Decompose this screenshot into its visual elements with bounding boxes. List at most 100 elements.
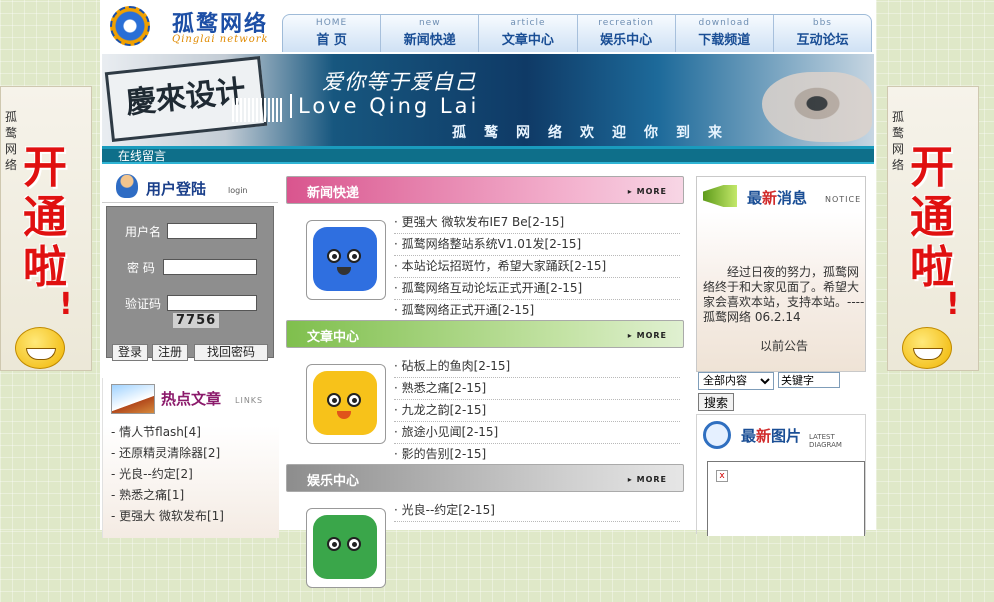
password-label: 密 码 [127,261,155,275]
hot-link[interactable]: - 熟悉之痛[1] [111,488,184,502]
hot-link[interactable]: - 光良--约定[2] [111,467,193,481]
login-title: 用户登陆 [146,180,207,198]
nav-en: new [418,18,441,28]
mountain-icon [111,384,155,414]
password-input[interactable] [163,259,257,275]
left-side-ad[interactable]: 孤鹜网络 开通啦 ! [0,86,92,371]
page-container: 孤鹜网络 Qinglai network HOME 首 页 new 新闻快递 a… [100,0,876,588]
article-link[interactable]: · 熟悉之痛[2-15] [394,381,486,395]
title-part: 最 [747,189,763,207]
news-link[interactable]: · 孤鹜网络互动论坛正式开通[2-15] [394,281,582,295]
fun-section-header: 娱乐中心 MORE [286,464,684,492]
right-side-ad[interactable]: 孤鹜网络 开通啦 ! [887,86,979,371]
list-item: · 光良--约定[2-15] [394,500,680,522]
nav-bbs[interactable]: bbs 互动论坛 [774,15,871,52]
fun-frog-icon [306,508,386,588]
list-item: · 旅途小见闻[2-15] [394,422,680,444]
list-item: · 本站论坛招斑竹，希望大家踊跃[2-15] [394,256,680,278]
guestbook-link[interactable]: 在线留言 [118,149,166,163]
hot-list: - 情人节flash[4] - 还原精灵清除器[2] - 光良--约定[2] -… [111,422,224,527]
banner-love-text: Love Qing Lai [290,94,479,118]
login-button[interactable]: 登录 [112,344,148,361]
article-link[interactable]: · 影的告别[2-15] [394,447,486,461]
header: 孤鹜网络 Qinglai network HOME 首 页 new 新闻快递 a… [100,0,876,52]
smiley-icon [902,327,952,369]
title-part: 新 [756,427,772,445]
section-title: 娱乐中心 [307,474,360,489]
broken-image-icon: x [716,470,728,482]
hot-title: 热点文章 [161,390,222,408]
nav-label: 下载频道 [698,33,751,48]
article-link[interactable]: · 旅途小见闻[2-15] [394,425,498,439]
banner-eye-image [762,72,872,142]
main-nav: HOME 首 页 new 新闻快递 article 文章中心 recreatio… [282,14,872,52]
list-item: - 更强大 微软发布[1] [111,506,224,527]
title-part: 图片 [771,427,802,445]
nav-label: 首 页 [316,33,347,48]
latest-pictures-title-en: LATEST DIAGRAM [809,433,842,449]
logo-subtitle: Qinglai network [172,34,269,45]
user-icon [116,174,138,198]
picture-frame[interactable]: x [707,461,865,536]
banner-slogan: 爱你等于爱自己 [322,70,476,94]
nav-en: bbs [812,18,832,28]
news-link[interactable]: · 孤鹜网络整站系统V1.01发[2-15] [394,237,581,251]
magnifier-icon [703,421,731,449]
list-item: - 光良--约定[2] [111,464,224,485]
middle-column: 新闻快递 MORE · 更强大 微软发布IE7 Be[2-15] · 孤鹜网络整… [286,176,684,602]
news-robot-icon [306,220,386,300]
article-link[interactable]: · 砧板上的鱼肉[2-15] [394,359,510,373]
captcha-label: 验证码 [125,297,162,311]
article-section: 文章中心 MORE · 砧板上的鱼肉[2-15] · 熟悉之痛[2-15] · … [286,320,684,466]
nav-label: 新闻快递 [403,33,456,48]
forgot-password-button[interactable]: 找回密码 [194,344,268,361]
section-title: 文章中心 [307,330,360,345]
article-link[interactable]: · 九龙之韵[2-15] [394,403,486,417]
username-input[interactable] [167,223,257,239]
site-logo[interactable]: 孤鹜网络 Qinglai network [106,2,276,50]
hot-title-en: LINKS [235,396,264,405]
previous-notices-link[interactable]: 以前公告 [703,339,865,354]
nav-article[interactable]: article 文章中心 [479,15,578,52]
hot-articles: 热点文章 LINKS - 情人节flash[4] - 还原精灵清除器[2] - … [102,378,279,538]
hot-link[interactable]: - 更强大 微软发布[1] [111,509,224,523]
news-link[interactable]: · 更强大 微软发布IE7 Be[2-15] [394,215,564,229]
nav-download[interactable]: download 下载频道 [676,15,774,52]
article-section-header: 文章中心 MORE [286,320,684,348]
more-link[interactable]: MORE [628,187,667,196]
fun-link[interactable]: · 光良--约定[2-15] [394,503,495,517]
guestbook-bar: 在线留言 [102,146,874,164]
search-scope-select[interactable]: 全部内容 [698,372,774,390]
hot-link[interactable]: - 情人节flash[4] [111,425,201,439]
ad-small-text: 孤鹜网络 [892,110,905,172]
nav-news[interactable]: new 新闻快递 [381,15,480,52]
search-button[interactable]: 搜索 [698,393,734,411]
login-heading: 用户登陆 login [102,168,278,203]
list-item: - 还原精灵清除器[2] [111,443,224,464]
nav-home[interactable]: HOME 首 页 [283,15,382,52]
hot-link[interactable]: - 还原精灵清除器[2] [111,446,220,460]
latest-pictures-box: 最新图片 LATEST DIAGRAM x [696,414,866,536]
title-part: 最 [741,427,757,445]
ad-big-text: 开通啦 [910,142,954,293]
news-link[interactable]: · 孤鹜网络正式开通[2-15] [394,303,534,317]
news-link[interactable]: · 本站论坛招斑竹，希望大家踊跃[2-15] [394,259,606,273]
ad-big-text: 开通啦 [23,142,67,293]
login-buttons: 登录 注册 找回密码 [106,344,274,364]
list-item: - 熟悉之痛[1] [111,485,224,506]
megaphone-icon [703,185,737,207]
list-item: · 孤鹜网络正式开通[2-15] [394,300,680,322]
list-item: - 情人节flash[4] [111,422,224,443]
captcha-input[interactable] [167,295,257,311]
search-input[interactable] [778,372,840,388]
captcha-image: 7756 [173,313,220,328]
news-section-header: 新闻快递 MORE [286,176,684,204]
more-link[interactable]: MORE [628,331,667,340]
register-button[interactable]: 注册 [152,344,188,361]
more-link[interactable]: MORE [628,475,667,484]
ad-small-text: 孤鹜网络 [5,110,18,172]
nav-recreation[interactable]: recreation 娱乐中心 [578,15,676,52]
fun-list: · 光良--约定[2-15] [394,500,680,522]
notice-body: 经过日夜的努力，孤鹜网络终于和大家见面了。希望大家会喜欢本站，支持本站。----… [703,265,865,324]
search-bar: 全部内容 搜索 [698,372,868,416]
